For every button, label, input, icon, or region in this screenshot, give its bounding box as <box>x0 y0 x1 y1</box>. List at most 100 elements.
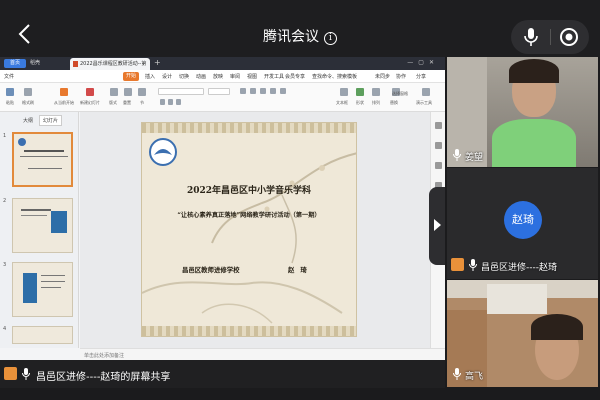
tool-icon[interactable] <box>435 162 442 169</box>
tab-docer[interactable]: 稻壳 <box>30 59 64 68</box>
menu-slideshow[interactable]: 放映 <box>213 73 223 80</box>
video-window <box>487 284 547 314</box>
menu-design[interactable]: 设计 <box>162 73 172 80</box>
meeting-title: 腾讯会议 i <box>0 26 600 46</box>
play-triangle-icon <box>434 219 441 231</box>
layout-icon[interactable] <box>110 88 118 96</box>
ribbon-label: 重置 <box>123 100 131 105</box>
thumb-number: 3 <box>3 262 7 268</box>
menu-insert[interactable]: 插入 <box>145 73 155 80</box>
slide-thumbnail[interactable] <box>12 132 73 187</box>
video-person-hair <box>531 314 583 340</box>
search-command[interactable]: 查找命令、搜索模板 <box>312 73 357 80</box>
underline-icon[interactable] <box>176 99 181 105</box>
font-size-box[interactable] <box>208 88 230 95</box>
tool-icon[interactable] <box>435 142 442 149</box>
wps-ribbon: 粘贴 格式刷 从当前开始 新建幻灯片 版式 重置 节 文本框 形状 排列 替换 … <box>0 83 445 112</box>
thumb-number: 1 <box>3 133 7 139</box>
tab-slides[interactable]: 幻灯片 <box>39 115 63 126</box>
slide-thumbnail[interactable] <box>12 198 73 253</box>
avatar: 赵琦 <box>504 201 542 239</box>
tab-home[interactable]: 首页 <box>4 59 26 68</box>
paste-icon[interactable] <box>6 88 14 96</box>
align-right-icon[interactable] <box>260 88 266 94</box>
video-person-shirt <box>492 119 576 167</box>
thumb-number: 2 <box>3 198 7 204</box>
slide-presenter: 赵琦 <box>288 266 313 274</box>
mic-icon <box>453 368 461 380</box>
user-avatar-icon <box>4 367 17 380</box>
menu-share[interactable]: 分享 <box>416 73 426 80</box>
tab-outline[interactable]: 大纲 <box>20 116 36 125</box>
participant-name: 姜望 <box>465 153 484 163</box>
presentation-tools-icon[interactable] <box>422 88 430 96</box>
thumb-pane-tabs: 大纲 幻灯片 <box>20 115 65 126</box>
mic-icon <box>22 368 30 380</box>
participant-name: 昌邑区进修----赵琦 <box>481 263 557 273</box>
participant-tile[interactable]: 高飞 <box>447 280 598 387</box>
share-owner-label: 昌邑区进修----赵琦的屏幕共享 <box>36 372 171 383</box>
ribbon-label: 文本框 <box>336 100 348 105</box>
slide-subtitle: “让核心素养真正落地”网络教学研讨活动（第一期） <box>177 212 321 219</box>
wps-menu-bar: 文件 开始 插入 设计 切换 动画 放映 审阅 视图 开发工具 会员专享 查找命… <box>0 70 445 83</box>
play-from-current-icon[interactable] <box>60 88 68 96</box>
format-painter-icon[interactable] <box>24 88 32 96</box>
new-tab-icon[interactable]: + <box>154 58 161 67</box>
speaker-icon[interactable] <box>559 27 579 47</box>
menu-animation[interactable]: 动画 <box>196 73 206 80</box>
mic-icon <box>453 149 461 161</box>
new-slide-icon[interactable] <box>86 88 94 96</box>
font-box[interactable] <box>158 88 204 95</box>
slide-thumbnail[interactable] <box>12 326 73 344</box>
slide-organization: 昌邑区教师进修学校 <box>182 266 240 274</box>
thumb-text-line <box>41 275 65 276</box>
reset-icon[interactable] <box>124 88 132 96</box>
meeting-window: 腾讯会议 i 首页 稻壳 2022昌乐课程区教研活动--第 + —▢✕ 文件 开… <box>0 0 600 400</box>
slide-title: 2022年昌邑区中小学音乐学科 <box>186 186 312 196</box>
menu-review[interactable]: 审阅 <box>230 73 240 80</box>
ribbon-label: 选择窗格 <box>392 91 408 96</box>
thumb-text-line <box>41 287 61 288</box>
ribbon-label: 从当前开始 <box>54 100 74 105</box>
menu-developer[interactable]: 开发工具 <box>264 73 284 80</box>
status-bar: 单击此处添加备注 <box>80 348 445 360</box>
microphone-icon[interactable] <box>523 27 539 47</box>
control-divider <box>550 29 551 45</box>
tool-icon[interactable] <box>435 122 442 129</box>
thumb-image <box>51 211 67 233</box>
tab-presentation[interactable]: 2022昌乐课程区教研活动--第 <box>70 58 150 70</box>
menu-unsynced[interactable]: 未同步 <box>375 73 390 80</box>
align-left-icon[interactable] <box>240 88 246 94</box>
ribbon-label: 排列 <box>372 100 380 105</box>
slide-thumbnail-pane: 大纲幻灯片 1 2 3 4 + <box>0 112 79 348</box>
ribbon-label: 版式 <box>109 100 117 105</box>
menu-view[interactable]: 视图 <box>247 73 257 80</box>
arrange-icon[interactable] <box>372 88 380 96</box>
current-slide[interactable]: 2022年昌邑区中小学音乐学科 “让核心素养真正落地”网络教学研讨活动（第一期）… <box>141 122 357 337</box>
line-spacing-icon[interactable] <box>270 88 276 94</box>
italic-icon[interactable] <box>168 99 173 105</box>
menu-transition[interactable]: 切换 <box>179 73 189 80</box>
menu-collaborate[interactable]: 协作 <box>396 73 406 80</box>
collapse-panel-button[interactable] <box>429 187 445 265</box>
slide-thumbnail[interactable] <box>12 262 73 317</box>
bold-icon[interactable] <box>160 99 165 105</box>
text-box-icon[interactable] <box>340 88 348 96</box>
ribbon-label: 形状 <box>356 100 364 105</box>
menu-home-active[interactable]: 开始 <box>123 72 139 81</box>
menu-file[interactable]: 文件 <box>4 73 14 80</box>
menu-member[interactable]: 会员专享 <box>285 73 305 80</box>
info-icon[interactable]: i <box>324 32 337 45</box>
notes-placeholder[interactable]: 单击此处添加备注 <box>84 352 124 359</box>
ribbon-label: 替换 <box>390 100 398 105</box>
participant-tile[interactable]: 赵琦 昌邑区进修----赵琦 <box>447 168 598 279</box>
align-center-icon[interactable] <box>250 88 256 94</box>
ribbon-label: 节 <box>140 100 144 105</box>
mic-icon <box>469 259 477 271</box>
participant-name: 高飞 <box>465 372 484 382</box>
school-logo-icon <box>149 138 177 166</box>
shape-icon[interactable] <box>356 88 364 96</box>
bullets-icon[interactable] <box>280 88 286 94</box>
participant-tile[interactable]: 姜望 <box>447 57 598 167</box>
section-icon[interactable] <box>138 88 146 96</box>
